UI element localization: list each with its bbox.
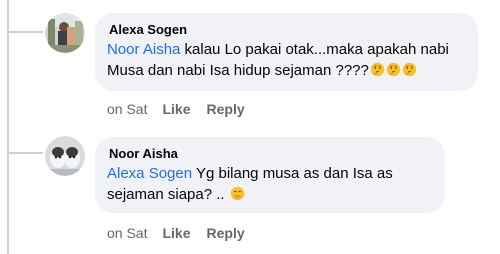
reply-button[interactable]: Reply [207,225,245,242]
like-button[interactable]: Like [162,225,190,242]
avatar[interactable] [45,136,85,176]
comment-text: Alexa Sogen Yg bilang musa as dan Isa as… [107,163,437,205]
comment-bubble: Noor Aisha Alexa Sogen Yg bilang musa as… [95,137,445,213]
face-with-hand-over-mouth-emoji [230,186,244,201]
comment-author[interactable]: Alexa Sogen [109,21,466,38]
like-button[interactable]: Like [162,101,190,118]
thread-connector [7,152,43,154]
mention-link[interactable]: Noor Aisha [107,41,180,58]
thread-line [7,0,9,254]
comment-text: Noor Aisha kalau Lo pakai otak...maka ap… [107,39,467,81]
comment-timestamp[interactable]: on Sat [107,225,147,242]
thread-connector [7,31,43,33]
reply-button[interactable]: Reply [207,101,245,118]
comment-actions: on Sat Like Reply [107,101,245,118]
profile-photo [45,13,85,53]
thinking-face-emoji [370,62,385,77]
comment-actions: on Sat Like Reply [107,225,245,242]
comment-timestamp[interactable]: on Sat [107,101,147,118]
mention-link[interactable]: Alexa Sogen [107,165,192,182]
comment-author[interactable]: Noor Aisha [109,145,433,162]
avatar[interactable] [45,13,85,53]
profile-photo [45,136,85,176]
thinking-face-emoji [402,62,417,77]
comment-bubble: Alexa Sogen Noor Aisha kalau Lo pakai ot… [95,13,478,91]
thinking-face-emoji [386,62,401,77]
